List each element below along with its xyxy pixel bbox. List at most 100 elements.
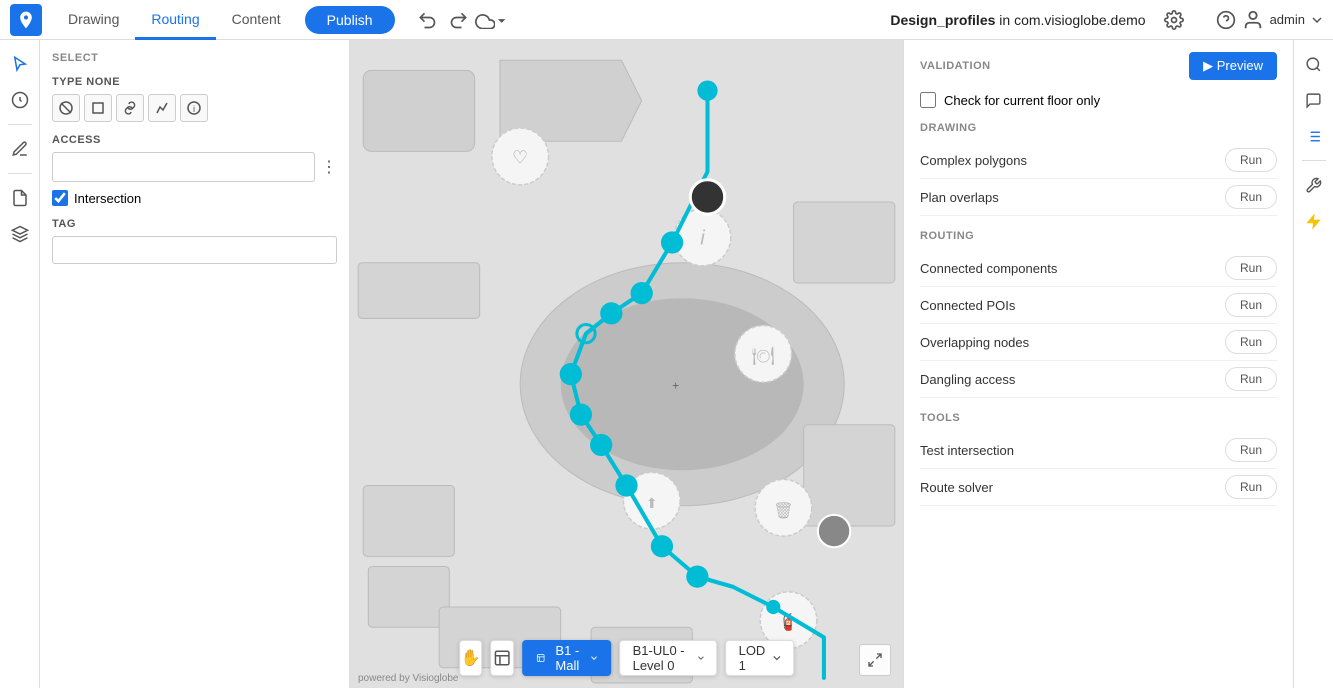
redo-button[interactable] (443, 4, 475, 36)
route-solver-label: Route solver (920, 480, 993, 495)
test-intersection-run-btn[interactable]: Run (1225, 438, 1277, 462)
fullscreen-btn[interactable] (859, 644, 891, 676)
overlapping-nodes-row: Overlapping nodes Run (920, 324, 1277, 361)
type-label: TYPE NONE (52, 76, 337, 88)
complex-polygons-run-btn[interactable]: Run (1225, 148, 1277, 172)
left-toolbar (0, 40, 40, 688)
access-select[interactable] (52, 152, 315, 182)
map-bottom-bar: ✋ B1 - Mall B1-UL0 - Level 0 LOD 1 (459, 640, 795, 676)
svg-text:🍽: 🍽 (752, 346, 775, 366)
navigate-tool-btn[interactable] (4, 84, 36, 116)
doc-tool-btn[interactable] (4, 182, 36, 214)
tab-routing[interactable]: Routing (135, 0, 215, 40)
toolbar-separator-2 (8, 173, 32, 174)
check-floor-label: Check for current floor only (944, 93, 1100, 108)
connected-pois-label: Connected POIs (920, 298, 1015, 313)
top-nav: Drawing Routing Content Publish Design_p… (0, 0, 1333, 40)
building-label: B1 - Mall (551, 643, 584, 673)
logo-button[interactable] (10, 4, 42, 36)
connected-components-run-btn[interactable]: Run (1225, 256, 1277, 280)
overlapping-nodes-run-btn[interactable]: Run (1225, 330, 1277, 354)
dangling-access-run-btn[interactable]: Run (1225, 367, 1277, 391)
plan-tool-btn[interactable] (490, 640, 514, 676)
overlapping-nodes-label: Overlapping nodes (920, 335, 1029, 350)
intersection-label: Intersection (74, 191, 141, 206)
access-more-btn[interactable]: ⋮ (321, 157, 337, 177)
route-solver-run-btn[interactable]: Run (1225, 475, 1277, 499)
right-panel-header: VALIDATION ▶ Preview (920, 52, 1277, 80)
powered-by: powered by Visioglobe (358, 673, 458, 684)
left-panel: SELECT TYPE NONE i ACCESS ⋮ (40, 40, 350, 688)
plan-overlaps-run-btn[interactable]: Run (1225, 185, 1277, 209)
publish-button[interactable]: Publish (305, 6, 395, 34)
user-label: admin (1270, 12, 1305, 27)
map-canvas: ♡ i 🍽 ⬆ 🗑 🧯 (350, 40, 903, 688)
route-solver-row: Route solver Run (920, 469, 1277, 506)
test-intersection-label: Test intersection (920, 443, 1014, 458)
preview-button[interactable]: ▶ Preview (1189, 52, 1277, 80)
intersection-checkbox[interactable] (52, 190, 68, 206)
lod-selector-btn[interactable]: LOD 1 (726, 640, 795, 676)
type-link-btn[interactable] (116, 94, 144, 122)
type-info-btn[interactable]: i (180, 94, 208, 122)
validation-title: VALIDATION (920, 60, 991, 72)
tab-drawing[interactable]: Drawing (52, 0, 135, 40)
drawing-section-header: DRAWING (920, 122, 1277, 134)
select-label: SELECT (52, 52, 337, 64)
intersection-row: Intersection (52, 190, 337, 206)
connected-pois-run-btn[interactable]: Run (1225, 293, 1277, 317)
type-path-btn[interactable] (148, 94, 176, 122)
project-settings-icon[interactable] (1158, 4, 1190, 36)
pan-tool-btn[interactable]: ✋ (459, 640, 483, 676)
type-none-btn[interactable] (52, 94, 80, 122)
user-menu[interactable]: admin (1242, 9, 1323, 31)
tools-section-header: TOOLS (920, 412, 1277, 424)
main-area: SELECT TYPE NONE i ACCESS ⋮ (0, 40, 1333, 688)
tab-content[interactable]: Content (216, 0, 297, 40)
tools-sidebar-btn[interactable] (1298, 169, 1330, 201)
tag-label: TAG (52, 218, 337, 230)
test-intersection-row: Test intersection Run (920, 432, 1277, 469)
toolbar-separator-1 (8, 124, 32, 125)
routing-section-header: ROUTING (920, 230, 1277, 242)
connected-components-row: Connected components Run (920, 250, 1277, 287)
complex-polygons-row: Complex polygons Run (920, 142, 1277, 179)
chat-sidebar-btn[interactable] (1298, 84, 1330, 116)
help-icon[interactable] (1210, 4, 1242, 36)
project-info: Design_profiles in com.visioglobe.demo (890, 12, 1145, 28)
list-sidebar-btn[interactable] (1298, 120, 1330, 152)
type-icons-group: i (52, 94, 337, 122)
type-square-btn[interactable] (84, 94, 112, 122)
svg-text:⬆: ⬆ (646, 496, 658, 512)
complex-polygons-label: Complex polygons (920, 153, 1027, 168)
undo-button[interactable] (411, 4, 443, 36)
svg-text:+: + (672, 378, 679, 392)
svg-text:🗑: 🗑 (773, 502, 794, 520)
check-floor-row: Check for current floor only (920, 92, 1277, 108)
access-label: ACCESS (52, 134, 337, 146)
dangling-access-label: Dangling access (920, 372, 1015, 387)
search-sidebar-btn[interactable] (1298, 48, 1330, 80)
level-selector-btn[interactable]: B1-UL0 - Level 0 (620, 640, 718, 676)
layers-tool-btn[interactable] (4, 218, 36, 250)
svg-text:♡: ♡ (512, 148, 528, 168)
level-label: B1-UL0 - Level 0 (633, 643, 694, 673)
select-tool-btn[interactable] (4, 48, 36, 80)
building-selector-btn[interactable]: B1 - Mall (522, 640, 612, 676)
right-panel: VALIDATION ▶ Preview Check for current f… (903, 40, 1293, 688)
connected-components-label: Connected components (920, 261, 1057, 276)
bolt-sidebar-btn[interactable] (1298, 205, 1330, 237)
plan-overlaps-label: Plan overlaps (920, 190, 999, 205)
access-row: ⋮ (52, 152, 337, 182)
svg-text:i: i (193, 104, 195, 114)
pen-tool-btn[interactable] (4, 133, 36, 165)
cloud-button[interactable] (475, 4, 507, 36)
project-location: in com.visioglobe.demo (995, 12, 1145, 28)
check-floor-checkbox[interactable] (920, 92, 936, 108)
plan-overlaps-row: Plan overlaps Run (920, 179, 1277, 216)
lod-label: LOD 1 (739, 643, 768, 673)
map-area[interactable]: ♡ i 🍽 ⬆ 🗑 🧯 (350, 40, 903, 688)
right-sidebar (1293, 40, 1333, 688)
tag-input[interactable] (52, 236, 337, 264)
connected-pois-row: Connected POIs Run (920, 287, 1277, 324)
